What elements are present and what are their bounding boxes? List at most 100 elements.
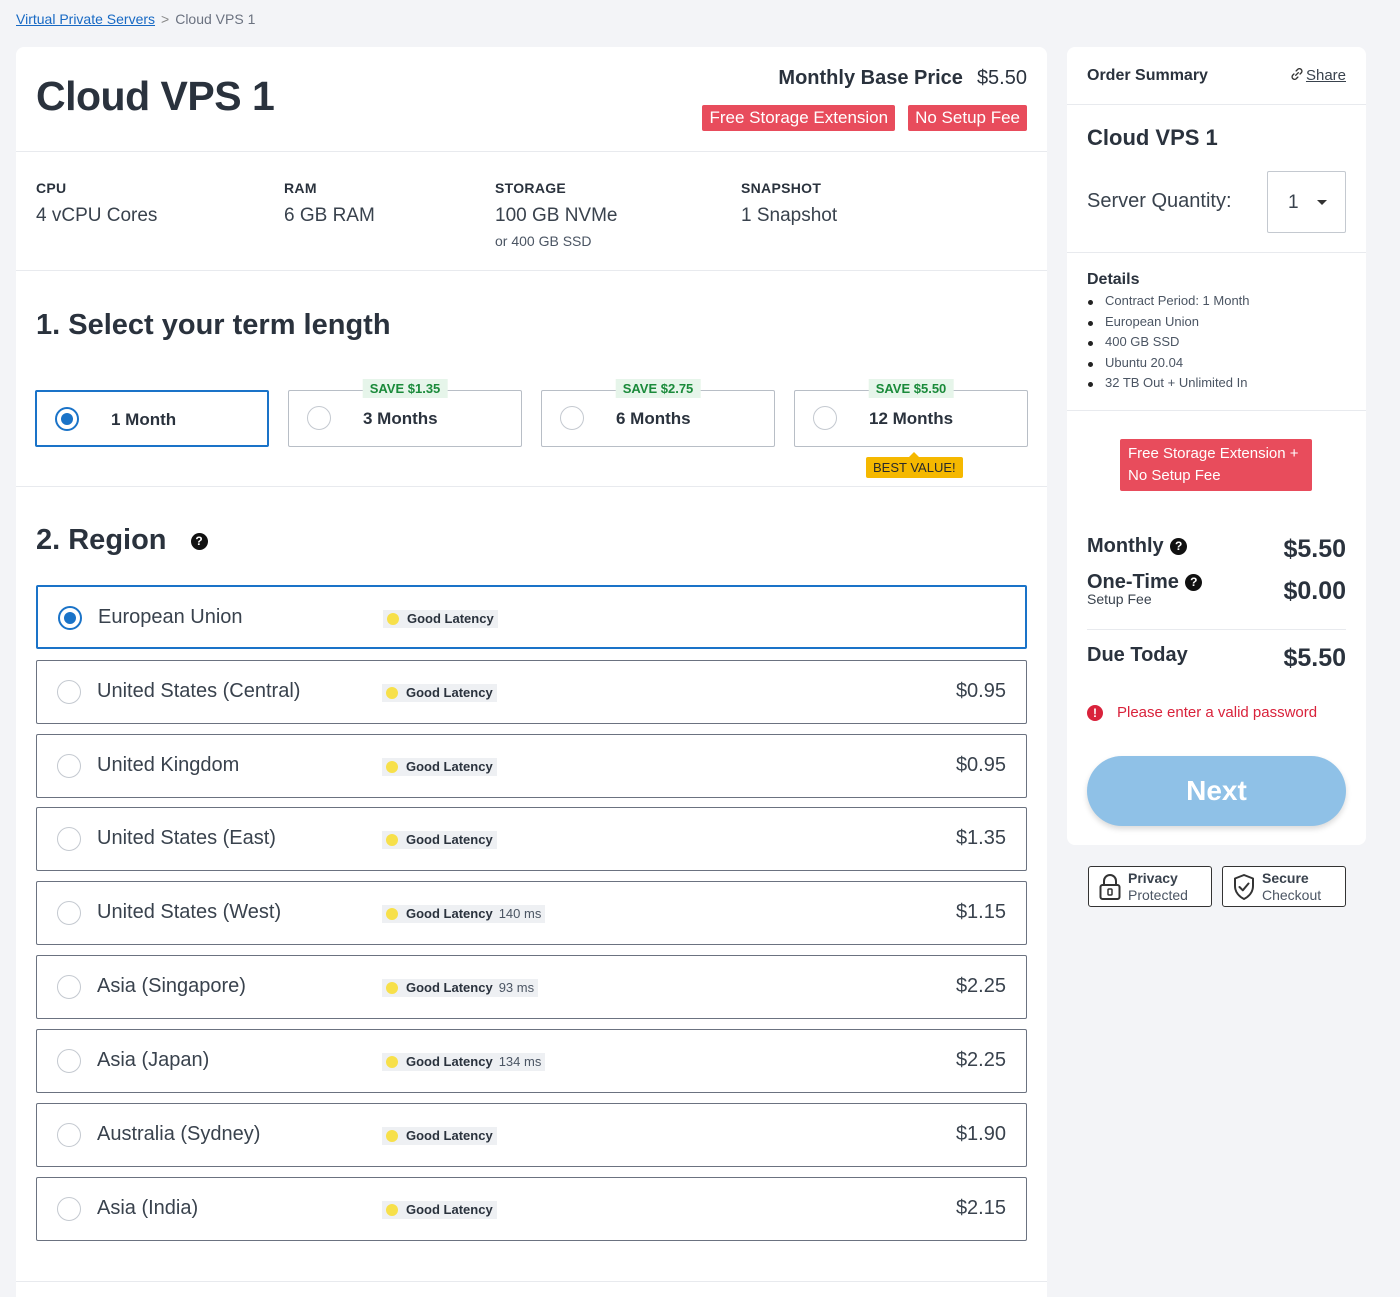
latency-text: Good Latency (406, 906, 493, 921)
details-title: Details (1087, 271, 1140, 288)
region-option-singapore[interactable]: Asia (Singapore) Good Latency 93 ms $2.25 (36, 955, 1027, 1019)
radio-button[interactable] (57, 1123, 81, 1147)
radio-button[interactable] (57, 754, 81, 778)
radio-button[interactable] (57, 680, 81, 704)
spec-label: SNAPSHOT (741, 180, 822, 196)
quantity-select[interactable]: 1 (1267, 171, 1346, 233)
latency-badge: Good Latency (382, 758, 497, 776)
radio-button[interactable] (307, 406, 331, 430)
monthly-price: $5.50 (1283, 535, 1346, 563)
list-item: Ubuntu 20.04 (1087, 353, 1346, 374)
term-label: 6 Months (616, 409, 691, 428)
region-title-text: 2. Region (36, 524, 167, 556)
latency-dot-icon (386, 981, 398, 994)
region-option-india[interactable]: Asia (India) Good Latency $2.15 (36, 1177, 1027, 1241)
radio-button[interactable] (57, 1197, 81, 1221)
error-message: ! Please enter a valid password (1087, 704, 1317, 721)
latency-text: Good Latency (406, 832, 493, 847)
term-option-12-months[interactable]: SAVE $5.50 12 Months BEST VALUE! (794, 379, 1028, 478)
tag-no-setup-fee: No Setup Fee (908, 105, 1027, 131)
save-badge: SAVE $1.35 (362, 379, 448, 398)
latency-text: Good Latency (406, 685, 493, 700)
radio-button[interactable] (57, 901, 81, 925)
region-option-us-west[interactable]: United States (West) Good Latency 140 ms … (36, 881, 1027, 945)
term-label: 12 Months (869, 409, 954, 428)
region-price: $0.95 (955, 754, 1006, 776)
summary-product-name: Cloud VPS 1 (1087, 125, 1218, 150)
latency-badge: Good Latency (383, 610, 498, 628)
latency-text: Good Latency (406, 980, 493, 995)
one-time-line: One-Time ? $0.00 Setup Fee (1087, 571, 1346, 607)
spec-value: 100 GB NVMe (495, 205, 618, 226)
help-icon[interactable]: ? (190, 532, 208, 550)
radio-button[interactable] (57, 1049, 81, 1073)
promo-banner: Free Storage Extension + No Setup Fee (1120, 439, 1312, 491)
latency-dot-icon (386, 1129, 398, 1142)
save-badge: SAVE $5.50 (868, 379, 954, 398)
region-price: $1.15 (955, 901, 1006, 923)
region-name: Asia (India) (97, 1197, 199, 1219)
spec-snapshot: SNAPSHOT 1 Snapshot (741, 180, 837, 227)
monthly-line: Monthly ? $5.50 (1087, 535, 1346, 563)
quantity-label: Server Quantity: (1087, 190, 1232, 212)
latency-dot-icon (386, 1055, 398, 1068)
latency-dot-icon (386, 760, 398, 773)
radio-button[interactable] (58, 606, 82, 630)
error-icon: ! (1087, 704, 1103, 721)
trust-title: Privacy (1128, 870, 1178, 886)
breadcrumb-separator: > (161, 11, 170, 27)
region-name: Australia (Sydney) (97, 1123, 261, 1145)
term-option-6-months[interactable]: SAVE $2.75 6 Months (541, 379, 775, 447)
order-summary-title: Order Summary (1087, 67, 1208, 84)
breadcrumb-current: Cloud VPS 1 (175, 11, 256, 27)
region-option-sydney[interactable]: Australia (Sydney) Good Latency $1.90 (36, 1103, 1027, 1167)
region-option-japan[interactable]: Asia (Japan) Good Latency 134 ms $2.25 (36, 1029, 1027, 1093)
secure-checkout-badge: Secure Checkout (1222, 866, 1346, 907)
summary-product: Cloud VPS 1 Server Quantity: 1 (1067, 105, 1366, 253)
latency-ms: 140 ms (498, 906, 542, 921)
save-badge: SAVE $2.75 (615, 379, 701, 398)
region-price: $1.35 (955, 827, 1006, 849)
quantity-value: 1 (1288, 192, 1299, 213)
region-name: Asia (Japan) (97, 1049, 210, 1071)
summary-divider (1087, 629, 1346, 630)
radio-button[interactable] (560, 406, 584, 430)
latency-dot-icon (386, 686, 398, 699)
breadcrumb: Virtual Private Servers > Cloud VPS 1 (16, 11, 255, 27)
share-link[interactable]: Share (1290, 67, 1346, 84)
latency-dot-icon (386, 907, 398, 920)
latency-badge: Good Latency (382, 1127, 497, 1145)
term-option-1-month[interactable]: 1 Month (35, 390, 269, 447)
region-name: United States (West) (97, 901, 282, 923)
help-icon[interactable]: ? (1170, 538, 1188, 555)
section-divider (16, 1281, 1047, 1282)
latency-text: Good Latency (406, 1202, 493, 1217)
latency-badge: Good Latency 140 ms (382, 905, 546, 923)
term-option-3-months[interactable]: SAVE $1.35 3 Months (288, 379, 522, 447)
spec-sub: or 400 GB SSD (495, 233, 592, 249)
one-time-label: One-Time (1087, 571, 1179, 593)
spec-cpu: CPU 4 vCPU Cores (36, 180, 157, 227)
radio-button[interactable] (55, 407, 79, 431)
region-option-us-east[interactable]: United States (East) Good Latency $1.35 (36, 807, 1027, 871)
region-section-title: 2. Region ? (36, 524, 208, 557)
region-name: European Union (98, 606, 243, 628)
spec-label: STORAGE (495, 180, 567, 196)
radio-button[interactable] (57, 975, 81, 999)
due-today-line: Due Today $5.50 (1087, 644, 1346, 672)
breadcrumb-link-vps[interactable]: Virtual Private Servers (16, 11, 155, 27)
latency-badge: Good Latency (382, 1201, 497, 1219)
latency-dot-icon (386, 1203, 398, 1216)
help-icon[interactable]: ? (1185, 574, 1203, 591)
product-header: Cloud VPS 1 Monthly Base Price $5.50 Free… (16, 47, 1047, 152)
region-option-us-central[interactable]: United States (Central) Good Latency $0.… (36, 660, 1027, 724)
latency-badge: Good Latency (382, 831, 497, 849)
radio-button[interactable] (57, 827, 81, 851)
region-option-eu[interactable]: European Union Good Latency (36, 585, 1027, 649)
next-button[interactable]: Next (1087, 756, 1346, 826)
region-price: $2.25 (955, 975, 1006, 997)
one-time-price: $0.00 (1283, 577, 1346, 605)
region-option-uk[interactable]: United Kingdom Good Latency $0.95 (36, 734, 1027, 798)
radio-button[interactable] (813, 406, 837, 430)
latency-text: Good Latency (407, 611, 494, 626)
